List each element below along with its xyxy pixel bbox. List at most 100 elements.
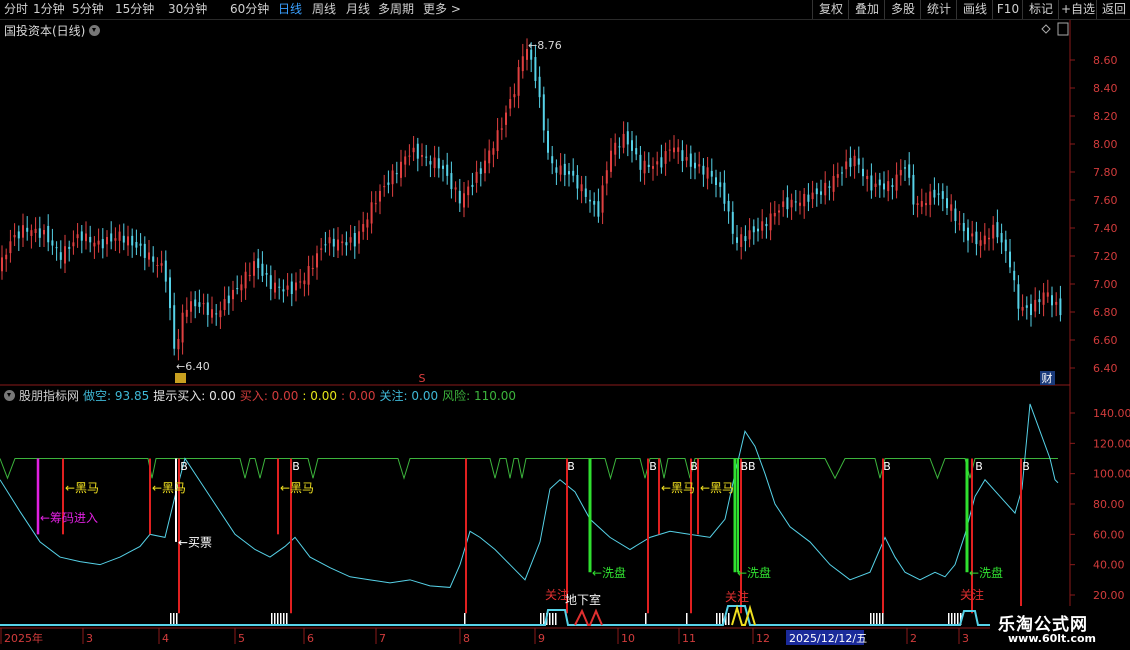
candle-body bbox=[366, 219, 369, 228]
candle-body bbox=[547, 130, 549, 153]
candle-body bbox=[47, 225, 50, 243]
candlestick-group bbox=[1, 38, 1062, 361]
candle-body bbox=[30, 230, 33, 236]
candle-body bbox=[832, 175, 835, 192]
b-marker-4: B bbox=[690, 460, 698, 473]
candle-body bbox=[967, 227, 969, 241]
candle-body bbox=[194, 299, 197, 307]
candle-body bbox=[421, 154, 423, 157]
candle-body bbox=[908, 164, 911, 178]
bottom-tick bbox=[716, 613, 718, 625]
candle-body bbox=[429, 161, 432, 165]
candle-body bbox=[223, 299, 226, 310]
candle-body bbox=[857, 158, 860, 165]
candle-body bbox=[244, 271, 247, 289]
candle-body bbox=[694, 162, 696, 169]
candle-body bbox=[626, 131, 629, 145]
candle-body bbox=[765, 223, 768, 227]
candle-body bbox=[761, 221, 764, 231]
bottom-tick bbox=[954, 613, 956, 625]
candle-body bbox=[790, 199, 793, 208]
candle-body bbox=[324, 244, 327, 246]
candle-body bbox=[492, 148, 495, 155]
candle-body bbox=[883, 183, 885, 190]
candle-body bbox=[820, 191, 822, 195]
chouma-label: ←筹码进入 bbox=[40, 511, 98, 525]
candle-body bbox=[500, 128, 503, 130]
bb-marker: BB bbox=[740, 460, 755, 473]
yellow-wave bbox=[731, 604, 756, 626]
candle-body bbox=[962, 222, 965, 232]
risk-line bbox=[0, 458, 1058, 481]
bottom-tick bbox=[882, 613, 884, 625]
candle-body bbox=[362, 224, 365, 232]
candle-body bbox=[895, 174, 898, 191]
bottom-tick bbox=[283, 613, 285, 625]
candle-body bbox=[295, 282, 297, 291]
candle-body bbox=[677, 147, 680, 152]
bottom-tick bbox=[543, 613, 545, 625]
candle-body bbox=[282, 289, 285, 292]
candle-body bbox=[232, 289, 234, 300]
candle-body bbox=[240, 284, 243, 291]
date-label-4: 6 bbox=[307, 632, 314, 645]
candle-body bbox=[941, 191, 944, 199]
candle-body bbox=[131, 235, 134, 246]
candle-body bbox=[559, 165, 562, 175]
candle-body bbox=[345, 242, 348, 246]
date-label-12: 3 bbox=[962, 632, 969, 645]
bottom-tick bbox=[464, 613, 466, 625]
candle-body bbox=[349, 237, 352, 243]
candle-body bbox=[475, 171, 478, 183]
candle-body bbox=[706, 167, 709, 179]
bottom-tick bbox=[870, 613, 872, 625]
candle-body bbox=[1, 257, 3, 272]
candle-body bbox=[899, 169, 902, 176]
candle-body bbox=[719, 182, 722, 187]
candle-body bbox=[740, 234, 743, 247]
candle-body bbox=[971, 233, 974, 237]
b-marker-2: B bbox=[567, 460, 575, 473]
candle-body bbox=[534, 57, 537, 81]
chart-canvas: 8.60 8.40 8.20 8.00 7.80 7.60 7.40 7.20 7.00 6.80… bbox=[0, 20, 1130, 645]
candle-body bbox=[198, 302, 201, 307]
candle-body bbox=[307, 266, 310, 285]
candle-body bbox=[328, 237, 331, 244]
candle-body bbox=[946, 198, 948, 209]
candle-body bbox=[572, 170, 575, 176]
panel-expand-icon bbox=[1057, 22, 1069, 36]
candle-body bbox=[387, 182, 390, 185]
candle-body bbox=[286, 285, 289, 290]
price-tick-label: 6.80 bbox=[1093, 306, 1118, 319]
candle-body bbox=[862, 168, 864, 177]
candle-body bbox=[937, 193, 940, 195]
bottom-tick bbox=[286, 613, 288, 625]
candle-body bbox=[979, 240, 982, 246]
candle-body bbox=[681, 150, 684, 162]
candle-body bbox=[122, 235, 125, 243]
bottom-tick bbox=[728, 613, 730, 625]
candle-body bbox=[488, 150, 491, 164]
candle-body bbox=[484, 160, 486, 174]
heima-label-5: ←黑马 bbox=[700, 481, 734, 495]
price-tick-label: 6.60 bbox=[1093, 334, 1118, 347]
candle-body bbox=[51, 240, 54, 246]
candle-body bbox=[404, 156, 407, 165]
candle-body bbox=[757, 228, 759, 232]
candle-body bbox=[374, 203, 377, 205]
candle-body bbox=[643, 160, 646, 174]
candle-body bbox=[156, 265, 159, 267]
b-marker-7: B bbox=[1022, 460, 1030, 473]
candle-body bbox=[958, 223, 961, 225]
b-marker-5: B bbox=[883, 460, 891, 473]
candle-body bbox=[542, 94, 545, 131]
candle-body bbox=[752, 226, 755, 233]
candle-body bbox=[1051, 295, 1053, 306]
bottom-tick bbox=[552, 613, 554, 625]
bottom-tick bbox=[170, 613, 172, 625]
bottom-tick bbox=[948, 613, 950, 625]
candle-body bbox=[505, 112, 507, 125]
candle-body bbox=[274, 282, 276, 293]
candle-body bbox=[668, 149, 671, 151]
price-tick-label: 8.40 bbox=[1093, 82, 1118, 95]
